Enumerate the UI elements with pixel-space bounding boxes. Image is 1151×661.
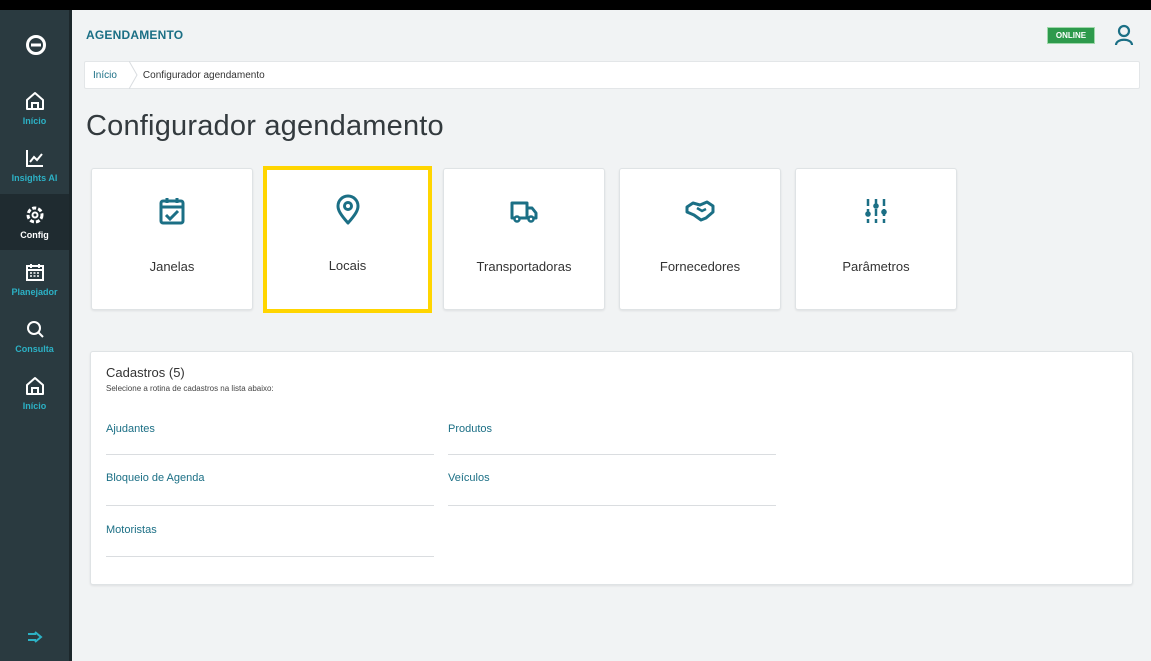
sidebar-item-config[interactable]: Config bbox=[0, 194, 69, 250]
card-locais[interactable]: Locais bbox=[263, 166, 432, 313]
card-label: Transportadoras bbox=[476, 259, 572, 274]
sidebar-item-label: Consulta bbox=[15, 344, 54, 354]
logo-icon bbox=[26, 35, 46, 55]
link-bloqueio-de-agenda[interactable]: Bloqueio de Agenda bbox=[106, 472, 204, 484]
home-icon bbox=[25, 92, 44, 110]
sidebar-item-label: Início bbox=[22, 401, 47, 411]
expand-arrow-icon bbox=[27, 631, 43, 643]
cadastros-subtitle: Selecione a rotina de cadastros na lista… bbox=[106, 384, 274, 393]
handshake-icon bbox=[685, 200, 715, 222]
location-pin-icon bbox=[336, 194, 359, 225]
sliders-icon bbox=[865, 199, 887, 223]
breadcrumb-current: Configurador agendamento bbox=[142, 69, 265, 81]
link-ajudantes[interactable]: Ajudantes bbox=[106, 423, 155, 435]
gear-icon bbox=[26, 206, 43, 224]
divider bbox=[448, 505, 776, 506]
home-icon bbox=[25, 377, 44, 395]
sidebar-item-label: Insights AI bbox=[11, 173, 58, 183]
card-fornecedores[interactable]: Fornecedores bbox=[619, 168, 781, 310]
sidebar-item-label: Planejador bbox=[11, 287, 58, 297]
app-logo[interactable] bbox=[0, 10, 72, 80]
sidebar-item-label: Início bbox=[22, 116, 47, 126]
status-badge: ONLINE bbox=[1047, 27, 1095, 44]
search-icon bbox=[26, 321, 44, 338]
link-motoristas[interactable]: Motoristas bbox=[106, 524, 157, 536]
card-parametros[interactable]: Parâmetros bbox=[795, 168, 957, 310]
divider bbox=[448, 454, 776, 455]
page-title: Configurador agendamento bbox=[86, 110, 444, 142]
topbar: AGENDAMENTO ONLINE bbox=[72, 10, 1148, 56]
calendar-icon bbox=[25, 264, 44, 281]
card-label: Fornecedores bbox=[659, 259, 741, 274]
sidebar-item-consulta[interactable]: Consulta bbox=[0, 308, 69, 364]
breadcrumb: Início Configurador agendamento bbox=[84, 61, 1140, 89]
sidebar-item-insights[interactable]: Insights AI bbox=[0, 137, 69, 193]
divider bbox=[106, 505, 434, 506]
link-veiculos[interactable]: Veículos bbox=[448, 472, 490, 484]
card-label: Janelas bbox=[149, 259, 195, 274]
breadcrumb-separator bbox=[128, 61, 138, 89]
card-transportadoras[interactable]: Transportadoras bbox=[443, 168, 605, 310]
card-janelas[interactable]: Janelas bbox=[91, 168, 253, 310]
link-produtos[interactable]: Produtos bbox=[448, 423, 492, 435]
divider bbox=[106, 556, 434, 557]
chart-icon bbox=[25, 150, 43, 167]
app-title: AGENDAMENTO bbox=[86, 28, 184, 42]
calendar-check-icon bbox=[159, 198, 185, 225]
cadastros-panel: Cadastros (5) Selecione a rotina de cada… bbox=[90, 351, 1133, 585]
truck-icon bbox=[510, 201, 538, 223]
card-label: Parâmetros bbox=[842, 259, 910, 274]
user-icon[interactable] bbox=[1114, 24, 1134, 46]
divider bbox=[106, 454, 434, 455]
sidebar-item-planejador[interactable]: Planejador bbox=[0, 251, 69, 307]
sidebar: Início Insights AI Config Planejador Con… bbox=[0, 10, 72, 661]
sidebar-item-inicio[interactable]: Início bbox=[0, 80, 69, 136]
card-label: Locais bbox=[328, 258, 367, 273]
sidebar-item-inicio-2[interactable]: Início bbox=[0, 365, 69, 421]
expand-sidebar-button[interactable] bbox=[0, 623, 69, 651]
breadcrumb-home[interactable]: Início bbox=[85, 62, 129, 88]
sidebar-item-label: Config bbox=[20, 230, 49, 240]
cadastros-title: Cadastros (5) bbox=[106, 365, 185, 380]
